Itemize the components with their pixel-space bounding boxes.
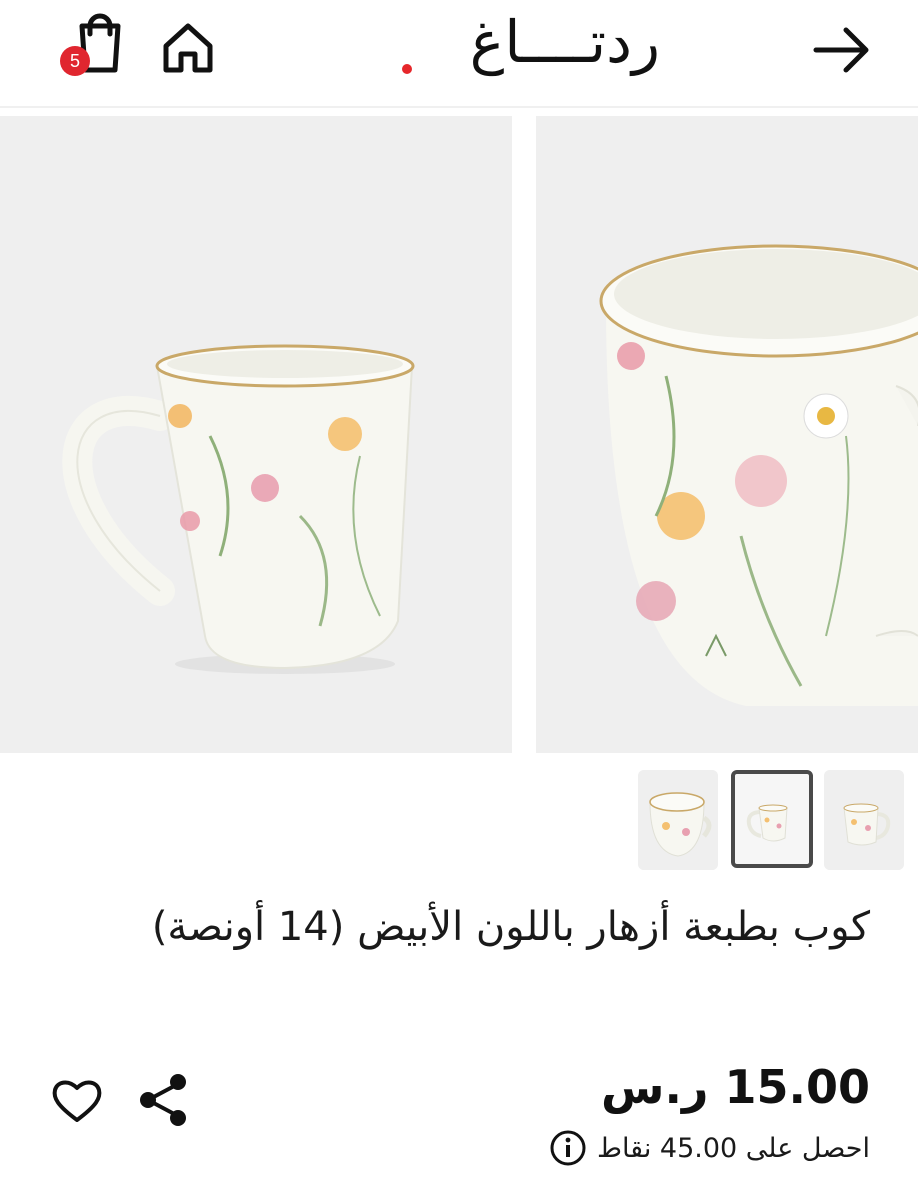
logo-dot [402,64,412,74]
thumbnail-strip [0,770,918,870]
share-icon [140,1074,186,1126]
info-icon[interactable] [549,1129,587,1167]
thumbnail-closeup[interactable] [638,770,718,870]
product-image-2[interactable] [536,116,918,753]
points-text: احصل على 45.00 نقاط [596,1132,870,1164]
thumbnail-image [746,804,788,842]
cart-count-badge: 5 [60,46,90,76]
home-button[interactable] [160,20,216,76]
thumbnail-front[interactable] [824,770,904,870]
thumbnail-side[interactable] [731,770,813,868]
site-logo[interactable]: ردتــــاغ [392,8,660,96]
home-icon [163,23,213,73]
top-bar: 5 ردتــــاغ [0,0,918,108]
product-image-1[interactable] [0,116,512,753]
logo-text: ردتــــاغ [469,8,660,76]
loyalty-points: احصل على 45.00 نقاط [549,1126,870,1170]
thumbnail-image [638,770,718,870]
heart-icon [52,1080,102,1122]
product-title: كوب بطبعة أزهار باللون الأبيض (14 أونصة) [151,904,870,950]
back-button[interactable] [810,22,874,78]
product-price: 15.00 ر.س [601,1060,870,1114]
mug-closeup-image [536,116,918,753]
mug-side-image [0,116,512,753]
arrow-right-icon [813,27,869,73]
share-button[interactable] [134,1072,194,1128]
thumbnail-image [824,770,904,870]
wishlist-button[interactable] [50,1076,104,1126]
cart-button[interactable]: 5 [52,12,124,78]
